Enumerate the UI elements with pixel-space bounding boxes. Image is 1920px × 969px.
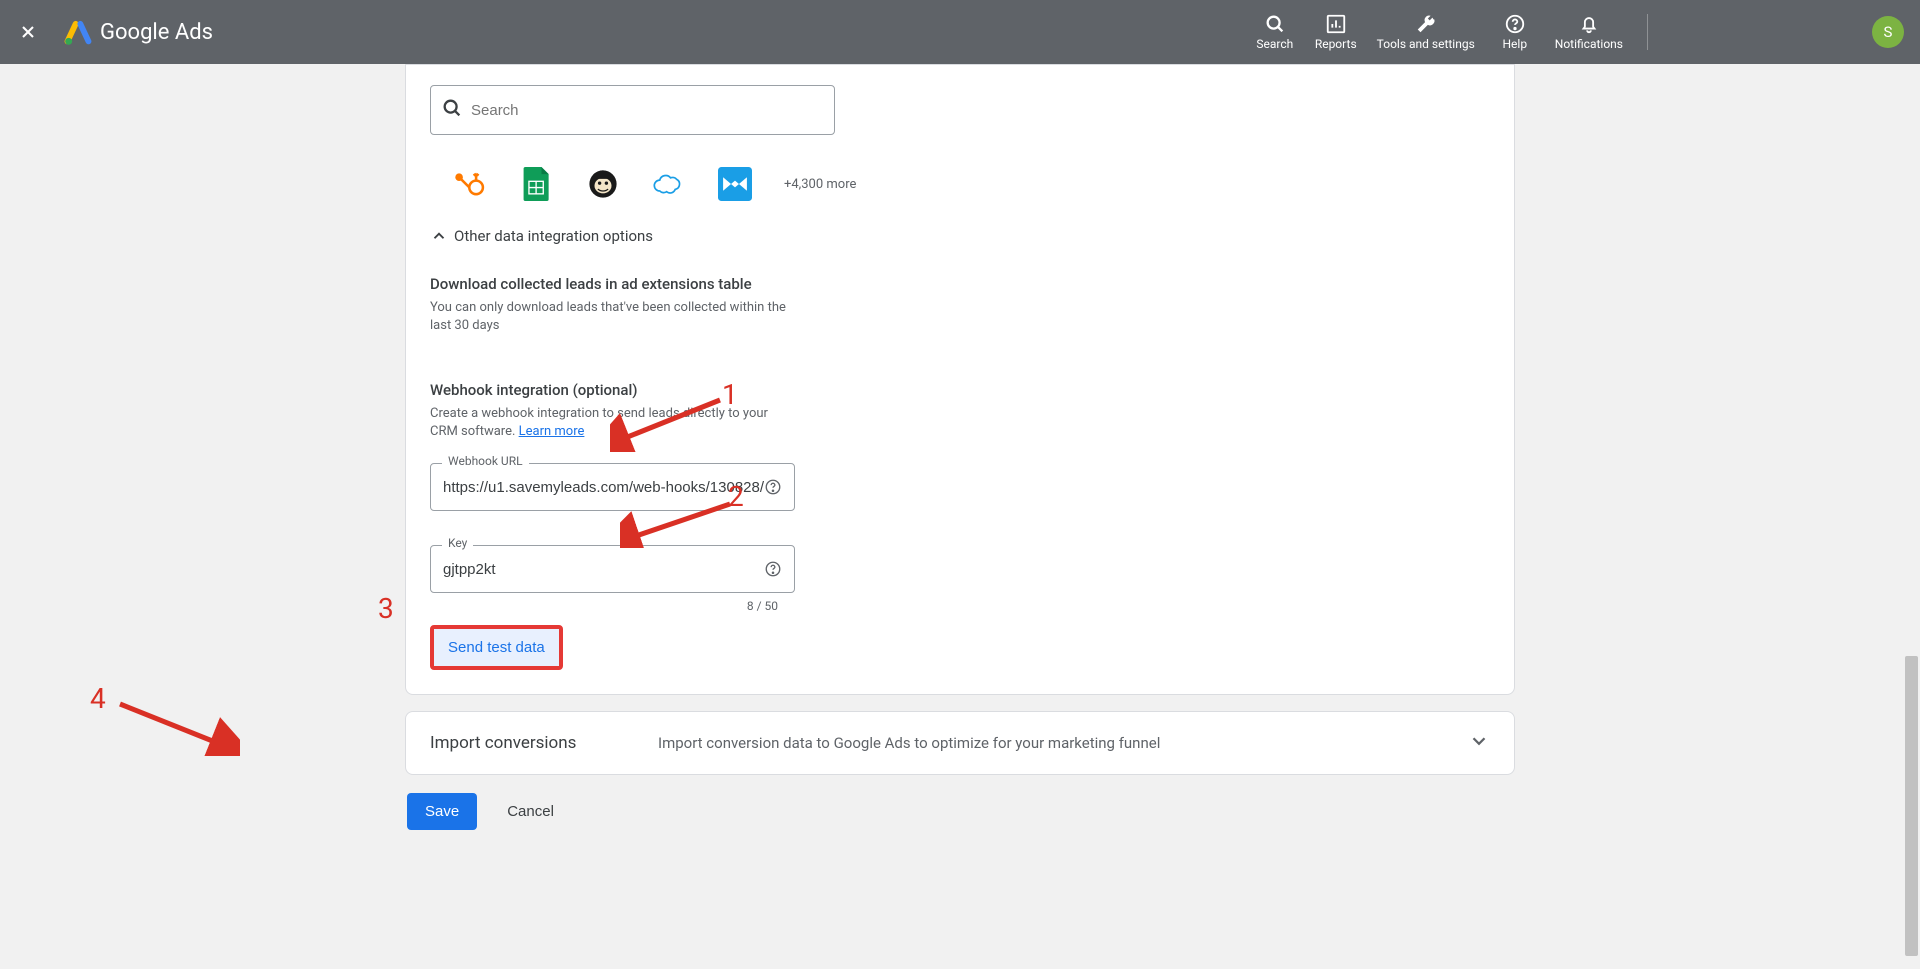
save-button[interactable]: Save [407,793,477,830]
mailchimp-icon[interactable] [586,167,620,201]
webhook-url-input[interactable] [443,479,764,496]
search-icon [1264,13,1286,35]
learn-more-link[interactable]: Learn more [519,424,585,439]
close-icon[interactable] [16,20,40,44]
chevron-down-icon [1468,730,1490,756]
other-options-toggle[interactable]: Other data integration options [430,227,1490,245]
integration-search-input[interactable] [471,102,824,119]
scrollbar-thumb[interactable] [1905,656,1918,956]
header-separator [1647,14,1648,50]
google-sheets-icon[interactable] [520,167,554,201]
header-notifications[interactable]: Notifications [1555,13,1623,51]
integration-icons: +4,300 more [454,167,1490,201]
hubspot-icon[interactable] [454,167,488,201]
import-conversions-desc: Import conversion data to Google Ads to … [658,734,1468,752]
wrench-icon [1415,13,1437,35]
header-tools: Search Reports Tools and settings Help N… [1255,13,1623,51]
lead-form-card: +4,300 more Other data integration optio… [405,64,1515,695]
campaign-monitor-icon[interactable] [718,167,752,201]
bell-icon [1578,13,1600,35]
help-icon [1504,13,1526,35]
import-conversions-section[interactable]: Import conversions Import conversion dat… [405,711,1515,775]
help-icon[interactable] [764,478,782,496]
account-avatar[interactable]: S [1872,16,1904,48]
app-header: Google Ads Search Reports Tools and sett… [0,0,1920,64]
product-logo[interactable]: Google Ads [64,18,213,46]
reports-icon [1325,13,1347,35]
webhook-title: Webhook integration (optional) [430,381,1490,399]
webhook-key-input[interactable] [443,561,764,578]
header-search[interactable]: Search [1255,13,1295,51]
form-footer: Save Cancel [405,793,1515,830]
key-char-counter: 8 / 50 [430,599,778,613]
help-icon[interactable] [764,560,782,578]
webhook-url-field: Webhook URL [430,463,795,511]
integration-search[interactable] [430,85,835,135]
webhook-desc: Create a webhook integration to send lea… [430,405,790,441]
webhook-key-field: Key [430,545,795,593]
vertical-scrollbar[interactable] [1903,64,1920,969]
download-leads-desc: You can only download leads that've been… [430,299,790,335]
salesforce-icon[interactable] [652,167,686,201]
header-help[interactable]: Help [1495,13,1535,51]
cancel-button[interactable]: Cancel [507,803,554,820]
download-leads-title: Download collected leads in ad extension… [430,275,1490,293]
header-tools-settings[interactable]: Tools and settings [1377,13,1475,51]
send-test-data-button[interactable]: Send test data [434,629,559,666]
send-test-data-highlight: Send test data [430,625,563,670]
chevron-up-icon [430,227,448,245]
product-name: Google Ads [100,20,213,45]
google-ads-logo-icon [64,18,92,46]
webhook-url-label: Webhook URL [442,454,529,468]
other-options-label: Other data integration options [454,227,653,245]
webhook-key-label: Key [442,536,473,550]
import-conversions-title: Import conversions [430,733,658,753]
more-integrations-text[interactable]: +4,300 more [784,177,856,192]
header-reports[interactable]: Reports [1315,13,1357,51]
search-icon [441,97,463,123]
